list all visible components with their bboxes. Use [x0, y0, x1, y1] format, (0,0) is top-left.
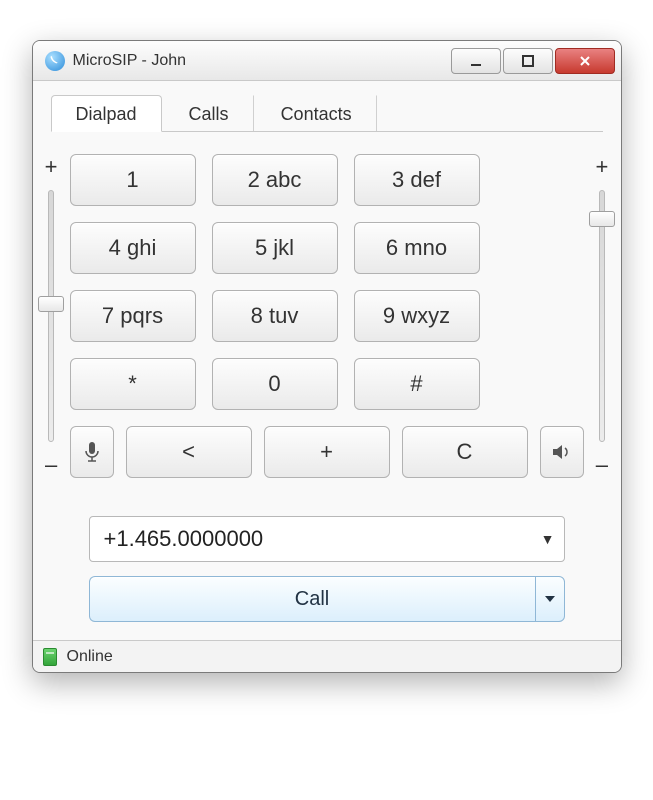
key-0[interactable]: 0: [212, 358, 338, 410]
key-star[interactable]: *: [70, 358, 196, 410]
status-text: Online: [67, 648, 113, 666]
key-clear[interactable]: C: [402, 426, 528, 478]
number-entry-wrap: ▼: [89, 516, 565, 562]
speaker-volume-column: + –: [596, 154, 609, 478]
key-5[interactable]: 5 jkl: [212, 222, 338, 274]
speaker-button[interactable]: [540, 426, 584, 478]
dialpad-panel: + – 1 2 abc 3 def 4 ghi 5 jkl 6 mno 7 pq…: [51, 132, 603, 488]
close-button[interactable]: [555, 48, 615, 74]
key-2[interactable]: 2 abc: [212, 154, 338, 206]
tab-calls[interactable]: Calls: [164, 95, 254, 131]
keypad-bottom-row: < + C: [70, 426, 584, 478]
key-8[interactable]: 8 tuv: [212, 290, 338, 342]
key-back[interactable]: <: [126, 426, 252, 478]
call-row: Call: [89, 576, 565, 622]
number-input[interactable]: [89, 516, 565, 562]
speaker-volume-slider[interactable]: [599, 190, 605, 442]
tab-dialpad[interactable]: Dialpad: [51, 95, 162, 132]
maximize-button[interactable]: [503, 48, 553, 74]
key-plus[interactable]: +: [264, 426, 390, 478]
speaker-volume-thumb[interactable]: [589, 211, 615, 227]
minus-label-right: –: [596, 452, 608, 478]
app-window: MicroSIP - John Dialpad Calls Contacts +…: [32, 40, 622, 673]
client-area: Dialpad Calls Contacts + – 1 2 abc 3 def…: [33, 81, 621, 640]
titlebar: MicroSIP - John: [33, 41, 621, 81]
tab-contacts[interactable]: Contacts: [256, 95, 377, 131]
key-3[interactable]: 3 def: [354, 154, 480, 206]
call-split-button[interactable]: [535, 576, 565, 622]
call-button[interactable]: Call: [89, 576, 535, 622]
status-bar: Online: [33, 640, 621, 672]
plus-label: +: [45, 154, 58, 180]
key-6[interactable]: 6 mno: [354, 222, 480, 274]
tab-bar: Dialpad Calls Contacts: [51, 95, 603, 132]
presence-icon: [43, 648, 57, 666]
app-icon: [45, 51, 65, 71]
key-9[interactable]: 9 wxyz: [354, 290, 480, 342]
mic-button[interactable]: [70, 426, 114, 478]
key-7[interactable]: 7 pqrs: [70, 290, 196, 342]
plus-label-right: +: [596, 154, 609, 180]
window-title: MicroSIP - John: [73, 52, 187, 70]
mic-volume-column: + –: [45, 154, 58, 478]
minimize-button[interactable]: [451, 48, 501, 74]
mic-volume-slider[interactable]: [48, 190, 54, 442]
keypad-wrap: 1 2 abc 3 def 4 ghi 5 jkl 6 mno 7 pqrs 8…: [70, 154, 584, 478]
mic-volume-thumb[interactable]: [38, 296, 64, 312]
key-hash[interactable]: #: [354, 358, 480, 410]
key-4[interactable]: 4 ghi: [70, 222, 196, 274]
keypad: 1 2 abc 3 def 4 ghi 5 jkl 6 mno 7 pqrs 8…: [70, 154, 584, 410]
minus-label: –: [45, 452, 57, 478]
key-1[interactable]: 1: [70, 154, 196, 206]
